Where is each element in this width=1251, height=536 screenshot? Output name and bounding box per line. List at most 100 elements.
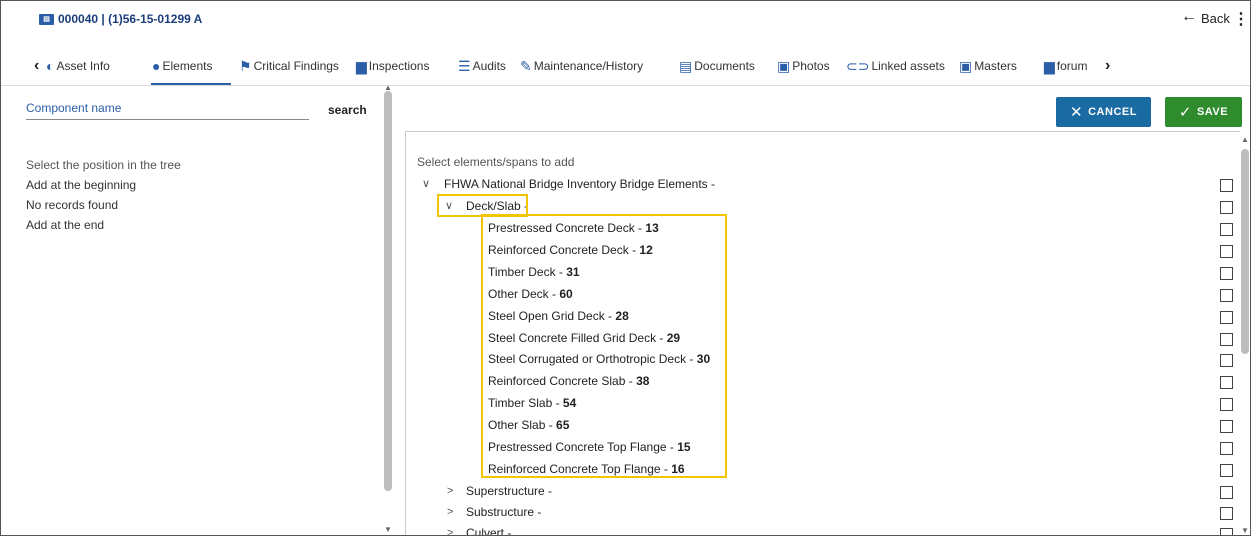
app-logo-icon: ▤ xyxy=(39,14,54,25)
forum-icon: ▆ xyxy=(1044,58,1055,74)
leaf-name: Reinforced Concrete Deck - xyxy=(488,242,640,257)
tree-group-culvert[interactable]: Culvert - xyxy=(466,526,511,535)
leaf-code: 15 xyxy=(677,440,691,454)
tree-group-superstructure[interactable]: Superstructure - xyxy=(466,484,552,498)
back-arrow-icon[interactable]: ← xyxy=(1181,8,1197,26)
photo-icon: ▣ xyxy=(777,58,791,74)
toggle-icon: ◐ xyxy=(46,58,55,74)
tree-checkbox[interactable] xyxy=(1220,223,1233,236)
tree-leaf-item[interactable]: Prestressed Concrete Top Flange - 15 xyxy=(488,440,691,454)
tree-leaf-item[interactable]: Reinforced Concrete Slab - 38 xyxy=(488,374,649,388)
leaf-code: 30 xyxy=(696,352,711,367)
tree-checkbox[interactable] xyxy=(1220,201,1233,214)
tab-asset-info[interactable]: ◐ Asset Info xyxy=(46,59,110,73)
active-tab-indicator xyxy=(151,83,231,85)
tree-leaf-item[interactable]: Timber Slab - 54 xyxy=(488,396,576,410)
tree-checkbox[interactable] xyxy=(1220,354,1233,368)
tree-group-substructure[interactable]: Substructure - xyxy=(466,505,541,519)
tabs-prev-icon[interactable]: ‹ xyxy=(34,57,39,75)
tree-checkbox[interactable] xyxy=(1220,486,1233,499)
close-icon: ✕ xyxy=(1070,104,1084,121)
wrench-icon: ✎ xyxy=(520,58,532,74)
no-records-text: No records found xyxy=(26,198,119,212)
tree-leaf-item[interactable]: Steel Open Grid Deck - 28 xyxy=(488,309,629,323)
tab-photos[interactable]: ▣ Photos xyxy=(777,59,830,73)
search-button[interactable]: search xyxy=(328,103,367,117)
tree-checkbox[interactable] xyxy=(1220,463,1233,477)
leaf-name: Steel Corrugated or Orthotropic Deck - xyxy=(488,352,697,367)
chat-icon: ▆ xyxy=(356,58,367,74)
tab-inspections[interactable]: ▆ Inspections xyxy=(356,59,429,73)
leaf-name: Prestressed Concrete Deck - xyxy=(488,221,646,235)
tabs-next-icon[interactable]: › xyxy=(1105,57,1110,75)
tab-elements[interactable]: ● Elements xyxy=(152,59,213,73)
leaf-name: Other Deck - xyxy=(488,286,560,301)
position-hint: Select the position in the tree xyxy=(26,158,181,172)
leaf-name: Reinforced Concrete Top Flange - xyxy=(488,461,672,476)
app-window: ▤ 000040 | (1)56-15-01299 A ← Back ⋮ ‹ ◐… xyxy=(0,0,1251,536)
tab-critical-findings[interactable]: ⚑ Critical Findings xyxy=(239,59,339,73)
leaf-code: 65 xyxy=(556,418,570,433)
tab-maintenance-history[interactable]: ✎ Maintenance/History xyxy=(520,59,643,73)
tree-checkbox[interactable] xyxy=(1220,507,1233,520)
tree-leaf-item[interactable]: Steel Concrete Filled Grid Deck - 29 xyxy=(488,331,680,345)
left-scrollbar[interactable] xyxy=(384,91,392,491)
tab-audits[interactable]: ☰ Audits xyxy=(458,59,506,73)
leaf-code: 60 xyxy=(559,286,573,301)
input-underline xyxy=(26,119,309,120)
chevron-right-icon[interactable]: > xyxy=(447,506,453,518)
leaf-code: 16 xyxy=(671,461,685,476)
tree-checkbox[interactable] xyxy=(1220,310,1233,324)
tab-bar: ‹ ◐ Asset Info ● Elements ⚑ Critical Findin… xyxy=(1,51,1250,86)
leaf-name: Steel Open Grid Deck - xyxy=(488,308,616,323)
save-button[interactable]: ✓ SAVE xyxy=(1165,97,1242,127)
leaf-code: 28 xyxy=(615,308,629,323)
tree-leaf-item[interactable]: Timber Deck - 31 xyxy=(488,265,580,279)
leaf-code: 12 xyxy=(639,242,653,257)
add-at-end[interactable]: Add at the end xyxy=(26,218,104,232)
asset-id: 000040 | (1)56-15-01299 A xyxy=(58,12,203,26)
tree-checkbox[interactable] xyxy=(1220,376,1233,390)
tree-checkbox[interactable] xyxy=(1220,442,1233,455)
cancel-button[interactable]: ✕ CANCEL xyxy=(1056,97,1151,127)
tree-leaf-item[interactable]: Reinforced Concrete Deck - 12 xyxy=(488,243,653,257)
tree-leaf-item[interactable]: Other Deck - 60 xyxy=(488,287,573,301)
leaf-code: 31 xyxy=(566,264,580,279)
scroll-down-icon[interactable]: ▼ xyxy=(384,525,392,534)
leaf-name: Reinforced Concrete Slab - xyxy=(488,374,637,389)
component-name-input[interactable]: Component name xyxy=(26,101,121,115)
masters-icon: ▣ xyxy=(959,58,973,74)
tree-checkbox[interactable] xyxy=(1220,288,1233,302)
link-icon: ⊂⊃ xyxy=(846,58,870,74)
chevron-right-icon[interactable]: > xyxy=(447,485,453,497)
tree-leaf-item[interactable]: Other Slab - 65 xyxy=(488,418,569,432)
scroll-up-icon[interactable]: ▲ xyxy=(1241,135,1249,144)
more-menu-icon[interactable]: ⋮ xyxy=(1233,9,1249,29)
leaf-code: 54 xyxy=(562,396,577,411)
document-icon: ▤ xyxy=(679,58,693,74)
scroll-down-icon[interactable]: ▼ xyxy=(1241,526,1249,535)
tree-root-node[interactable]: FHWA National Bridge Inventory Bridge El… xyxy=(444,177,715,191)
tree-checkbox[interactable] xyxy=(1220,332,1233,346)
tree-checkbox[interactable] xyxy=(1220,398,1233,412)
tree-checkbox[interactable] xyxy=(1220,244,1233,258)
tree-leaf-item[interactable]: Prestressed Concrete Deck - 13 xyxy=(488,221,659,235)
tree-leaf-item[interactable]: Steel Corrugated or Orthotropic Deck - 3… xyxy=(488,352,710,366)
leaf-name: Timber Slab - xyxy=(488,396,563,411)
tab-forum[interactable]: ▆ forum xyxy=(1044,59,1087,73)
tree-scrollbar[interactable] xyxy=(1241,149,1249,354)
leaf-code: 38 xyxy=(636,374,650,389)
tree-checkbox[interactable] xyxy=(1220,528,1233,535)
tree-checkbox[interactable] xyxy=(1220,420,1233,434)
tab-masters[interactable]: ▣ Masters xyxy=(959,59,1017,73)
tree-leaf-item[interactable]: Reinforced Concrete Top Flange - 16 xyxy=(488,462,685,476)
tab-documents[interactable]: ▤ Documents xyxy=(679,59,755,73)
chevron-down-icon[interactable]: ∨ xyxy=(422,177,430,190)
add-at-beginning[interactable]: Add at the beginning xyxy=(26,178,136,192)
back-button[interactable]: Back xyxy=(1201,11,1230,26)
tab-linked-assets[interactable]: ⊂⊃ Linked assets xyxy=(846,59,945,73)
header: ▤ 000040 | (1)56-15-01299 A ← Back ⋮ xyxy=(1,1,1250,41)
chevron-right-icon[interactable]: > xyxy=(447,527,453,535)
tree-checkbox[interactable] xyxy=(1220,266,1233,280)
tree-checkbox[interactable] xyxy=(1220,179,1233,192)
